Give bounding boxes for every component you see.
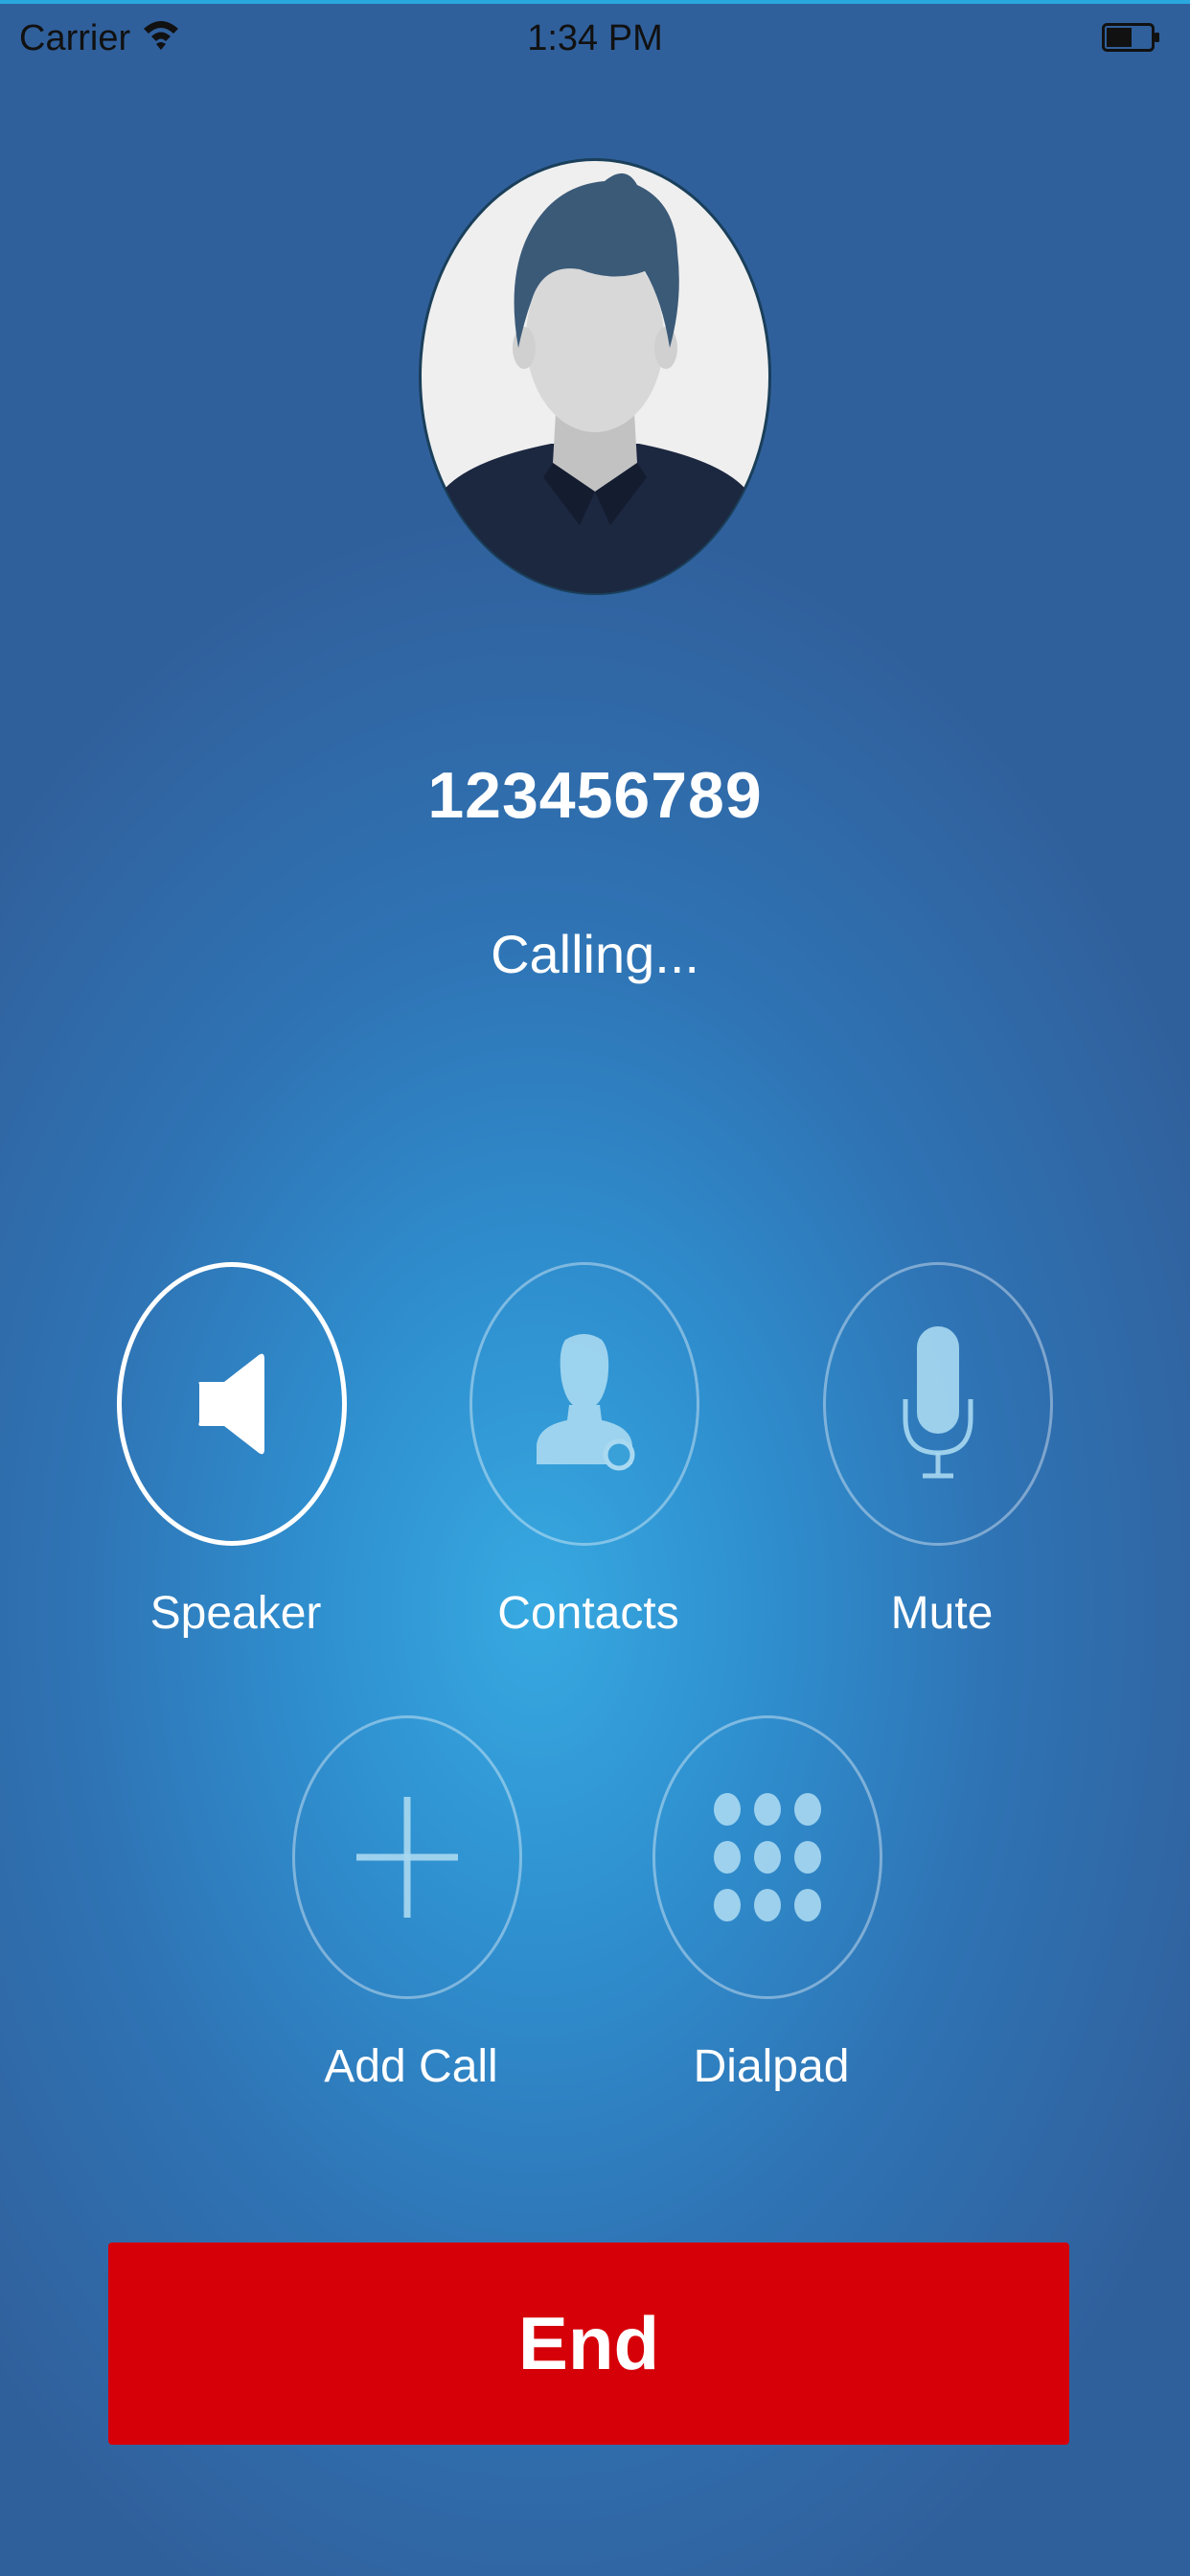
- dialpad-label: Dialpad: [693, 2041, 850, 2092]
- battery-icon: [1102, 23, 1159, 52]
- dialpad-icon: [714, 1793, 821, 1921]
- speaker-control: Speaker: [44, 1262, 427, 1665]
- contacts-label: Contacts: [497, 1588, 679, 1639]
- phone-number: 123456789: [427, 759, 763, 832]
- dialpad-control: Dialpad: [580, 1715, 963, 2118]
- mute-label: Mute: [890, 1588, 994, 1639]
- plus-icon: [356, 1797, 458, 1918]
- mute-control: Mute: [750, 1262, 1133, 1665]
- speaker-label: Speaker: [149, 1588, 322, 1639]
- call-screen: Carrier 1:34 PM 123456789 Calling... Spe…: [0, 0, 1190, 2576]
- contacts-icon: [537, 1334, 635, 1471]
- status-bar: Carrier 1:34 PM: [0, 4, 1190, 69]
- speaker-icon: [198, 1353, 264, 1455]
- status-time: 1:34 PM: [527, 18, 663, 58]
- add-call-label: Add Call: [324, 2041, 498, 2092]
- call-status: Calling...: [491, 924, 699, 984]
- end-call-button[interactable]: End: [108, 2242, 1069, 2445]
- contact-avatar: [419, 158, 771, 595]
- add-call-button[interactable]: [292, 1715, 522, 1999]
- contacts-control: Contacts: [397, 1262, 780, 1665]
- dialpad-button[interactable]: [652, 1715, 882, 1999]
- mute-button[interactable]: [823, 1262, 1053, 1546]
- speaker-button[interactable]: [117, 1262, 347, 1546]
- contacts-button[interactable]: [469, 1262, 699, 1546]
- microphone-icon: [903, 1326, 973, 1479]
- add-call-control: Add Call: [219, 1715, 603, 2118]
